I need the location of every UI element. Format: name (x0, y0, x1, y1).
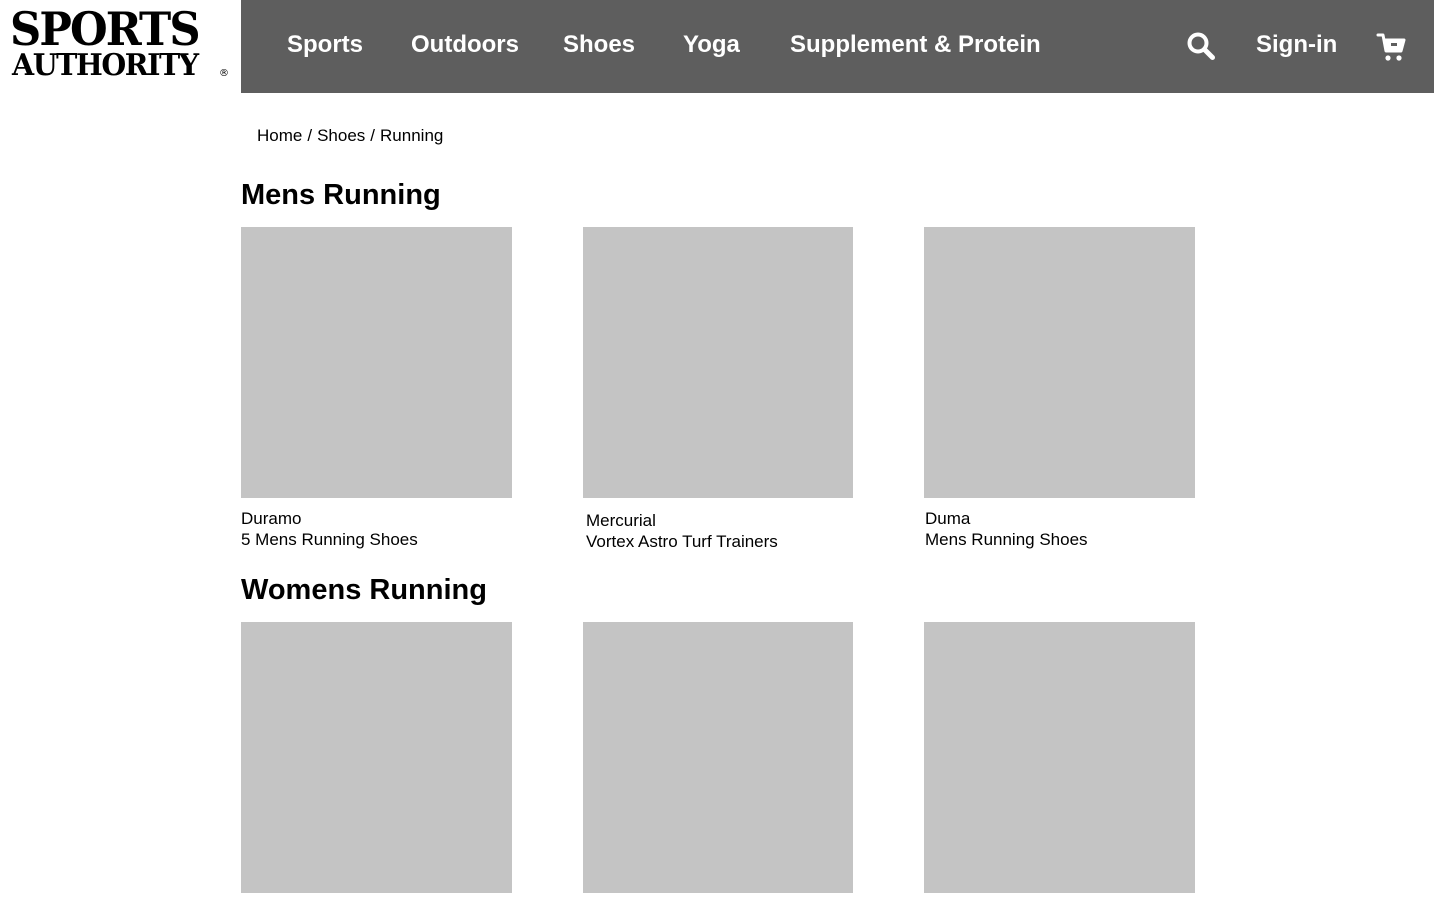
product-name-line2: Mens Running Shoes (925, 530, 1088, 549)
sign-in-link[interactable]: Sign-in (1256, 31, 1337, 59)
product-name[interactable]: Mercurial Vortex Astro Turf Trainers (586, 510, 778, 552)
page: SPORTS AUTHORITY ® Sports Outdoors Shoes… (0, 0, 1434, 900)
nav-item-sports[interactable]: Sports (287, 31, 363, 59)
cart-icon[interactable] (1376, 31, 1406, 63)
logo-text-line2: AUTHORITY (12, 48, 199, 83)
search-icon[interactable] (1186, 31, 1216, 61)
product-image[interactable] (924, 227, 1195, 498)
product-name[interactable]: Duma Mens Running Shoes (925, 508, 1088, 550)
breadcrumb-shoes[interactable]: Shoes (317, 126, 365, 145)
registered-mark: ® (219, 68, 229, 79)
nav-item-outdoors[interactable]: Outdoors (411, 31, 519, 59)
product-image[interactable] (241, 622, 512, 893)
logo-text-line1: SPORTS (10, 2, 201, 56)
nav-item-shoes[interactable]: Shoes (563, 31, 635, 59)
breadcrumb-separator: / (370, 126, 376, 145)
breadcrumb-home[interactable]: Home (257, 126, 302, 145)
product-image[interactable] (583, 227, 853, 498)
brand-logo[interactable]: SPORTS AUTHORITY ® (0, 0, 241, 93)
nav-item-supplement-protein[interactable]: Supplement & Protein (790, 31, 1041, 59)
product-image[interactable] (583, 622, 853, 893)
breadcrumb-separator: / (307, 126, 313, 145)
product-name-line2: Vortex Astro Turf Trainers (586, 532, 778, 551)
product-name-line1: Duma (925, 509, 971, 528)
breadcrumb-running[interactable]: Running (380, 126, 443, 145)
product-image[interactable] (924, 622, 1195, 893)
product-name-line1: Mercurial (586, 511, 656, 530)
product-name[interactable]: Duramo 5 Mens Running Shoes (241, 508, 418, 550)
nav-item-yoga[interactable]: Yoga (683, 31, 740, 59)
top-nav-bar: Sports Outdoors Shoes Yoga Supplement & … (241, 0, 1434, 93)
product-name-line1: Duramo (241, 509, 302, 528)
product-image[interactable] (241, 227, 512, 498)
section-title-womens-running: Womens Running (241, 574, 487, 606)
section-title-mens-running: Mens Running (241, 179, 441, 211)
breadcrumb: Home / Shoes / Running (257, 126, 443, 146)
product-name-line2: 5 Mens Running Shoes (241, 530, 418, 549)
